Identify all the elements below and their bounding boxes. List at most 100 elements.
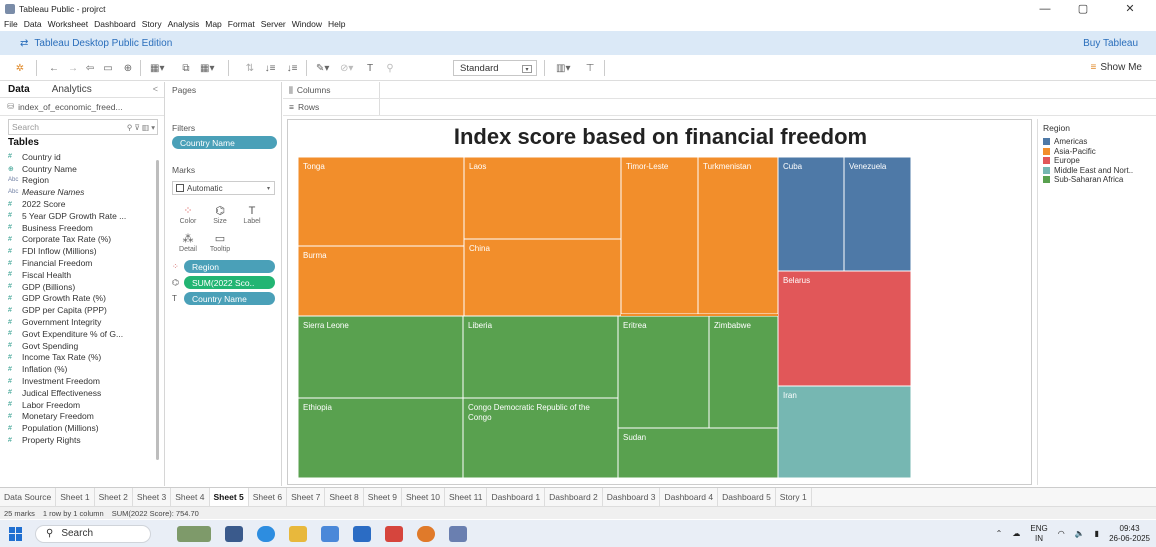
sheet-tab[interactable]: Sheet 8 — [325, 488, 364, 506]
taskbar-search[interactable]: ⚲ Search — [35, 524, 151, 543]
treemap-tile[interactable] — [617, 315, 710, 429]
sheet-tab[interactable]: Data Source — [0, 488, 57, 506]
file-explorer-icon[interactable] — [289, 525, 307, 542]
sheet-tab[interactable]: Sheet 1 — [56, 488, 95, 506]
menu-format[interactable]: Format — [228, 19, 255, 29]
tooltip-card[interactable]: ▭ Tooltip — [204, 229, 236, 257]
field-item[interactable]: # Corporate Tax Rate (%) — [0, 234, 164, 246]
sheet-tab[interactable]: Dashboard 5 — [718, 488, 776, 506]
field-item[interactable]: # FDI Inflow (Millions) — [0, 245, 164, 257]
legend-item[interactable]: Sub-Saharan Africa — [1043, 175, 1156, 185]
presentation-icon[interactable]: ⊤ — [584, 61, 596, 75]
sort-descending-icon[interactable]: ↓≡ — [286, 61, 298, 75]
field-item[interactable]: # Monetary Freedom — [0, 411, 164, 423]
language-indicator[interactable]: ENG IN — [1030, 524, 1047, 544]
show-me-button[interactable]: ≡ Show Me — [1090, 62, 1142, 73]
treemap-tile[interactable] — [843, 156, 912, 272]
marks-pill-country-name[interactable]: Country Name — [184, 292, 275, 305]
field-item[interactable]: # Govt Spending — [0, 340, 164, 352]
filter-pill-country-name[interactable]: Country Name — [172, 136, 277, 149]
sheet-tab[interactable]: Dashboard 1 — [487, 488, 546, 506]
treemap-tile[interactable] — [777, 270, 912, 387]
field-item[interactable]: # Business Freedom — [0, 222, 164, 234]
sheet-tab[interactable]: Sheet 2 — [95, 488, 133, 506]
field-item[interactable]: #2022 Score — [0, 198, 164, 210]
treemap-tile[interactable] — [697, 156, 779, 315]
back-icon[interactable]: ← — [48, 61, 60, 75]
treemap-tile[interactable] — [620, 156, 699, 315]
field-item[interactable]: # Inflation (%) — [0, 363, 164, 375]
field-item[interactable]: # Fiscal Health — [0, 269, 164, 281]
detail-card[interactable]: ⁂ Detail — [172, 229, 204, 257]
landscape-widget-icon[interactable] — [177, 525, 211, 542]
legend-item[interactable]: Europe — [1043, 156, 1156, 166]
sort-ascending-icon[interactable]: ↓≡ — [264, 61, 276, 75]
new-worksheet-icon[interactable]: ▦▾ — [150, 61, 164, 75]
field-item[interactable]: # Property Rights — [0, 434, 164, 446]
field-item[interactable]: Abc Region — [0, 175, 164, 187]
treemap-chart[interactable]: Tonga Laos Timor-Leste Turkmenistan Burma Chi… — [288, 120, 1033, 486]
save-icon[interactable]: ▭ — [102, 61, 114, 75]
search-field[interactable]: Search ⚲ ⊽ ▥ ▾ — [8, 119, 158, 135]
field-list-scrollbar[interactable] — [156, 160, 159, 460]
edge-browser-icon[interactable] — [257, 525, 275, 542]
marks-pill-region[interactable]: Region — [184, 260, 275, 273]
fit-select[interactable]: Standard ▾ — [453, 60, 537, 76]
field-item[interactable]: # GDP Growth Rate (%) — [0, 293, 164, 305]
treemap-tile[interactable] — [777, 156, 845, 272]
menu-help[interactable]: Help — [328, 19, 345, 29]
sheet-tab[interactable]: Sheet 4 — [171, 488, 210, 506]
marks-pill-sum-score[interactable]: SUM(2022 Sco.. — [184, 276, 275, 289]
task-view-icon[interactable] — [225, 525, 243, 542]
size-card[interactable]: ⌬ Size — [204, 201, 236, 229]
tableau-taskbar-icon[interactable] — [449, 525, 467, 542]
field-item[interactable]: # GDP (Billions) — [0, 281, 164, 293]
sheet-tab[interactable]: Dashboard 4 — [660, 488, 719, 506]
tab-analytics[interactable]: Analytics — [52, 84, 92, 95]
menu-dashboard[interactable]: Dashboard — [94, 19, 136, 29]
show-cards-icon[interactable]: ▥▾ — [556, 61, 570, 75]
sheet-tab[interactable]: Dashboard 3 — [603, 488, 661, 506]
mark-type-select[interactable]: Automatic ▾ — [172, 181, 275, 195]
wifi-icon[interactable]: ◠ — [1058, 529, 1065, 538]
new-datasource-icon[interactable]: ⊕ — [122, 61, 134, 75]
menu-analysis[interactable]: Analysis — [168, 19, 200, 29]
treemap-tile[interactable] — [777, 385, 912, 479]
search-filter-icons[interactable]: ⚲ ⊽ ▥ ▾ — [127, 123, 155, 132]
duplicate-sheet-icon[interactable]: ⧉ — [180, 61, 192, 75]
windows-start-icon[interactable] — [9, 526, 23, 541]
swap-icon[interactable]: ⇅ — [244, 61, 256, 75]
menu-file[interactable]: File — [4, 19, 18, 29]
sheet-tab[interactable]: Story 1 — [776, 488, 812, 506]
sheet-tab[interactable]: Sheet 10 — [402, 488, 446, 506]
pin-icon[interactable]: ⚲ — [384, 61, 396, 75]
app-icon-1[interactable] — [321, 525, 339, 542]
legend-item[interactable]: Americas — [1043, 137, 1156, 147]
menu-server[interactable]: Server — [261, 19, 286, 29]
show-labels-icon[interactable]: T — [364, 61, 376, 75]
menu-map[interactable]: Map — [205, 19, 222, 29]
forward-icon[interactable]: → — [67, 61, 79, 75]
field-item[interactable]: # Labor Freedom — [0, 399, 164, 411]
close-button[interactable]: ✕ — [1112, 0, 1148, 17]
menu-window[interactable]: Window — [292, 19, 322, 29]
battery-icon[interactable]: ▮ — [1095, 529, 1099, 538]
wps-office-icon[interactable] — [385, 525, 403, 542]
field-item[interactable]: # Judical Effectiveness — [0, 387, 164, 399]
field-item[interactable]: #5 Year GDP Growth Rate ... — [0, 210, 164, 222]
viz-canvas[interactable]: Index score based on financial freedom T… — [287, 119, 1032, 485]
color-card[interactable]: ⁘ Color — [172, 201, 204, 229]
treemap-tile[interactable] — [463, 156, 622, 240]
sheet-tab[interactable]: Sheet 9 — [364, 488, 402, 506]
sheet-tab[interactable]: Sheet 6 — [249, 488, 288, 506]
columns-shelf[interactable]: ⫼ Columns — [283, 82, 1156, 99]
chrome-icon[interactable] — [417, 525, 435, 542]
sheet-tab[interactable]: Dashboard 2 — [545, 488, 603, 506]
undo-icon[interactable]: ⇦ — [84, 61, 96, 75]
buy-tableau-link[interactable]: Buy Tableau — [1083, 38, 1138, 49]
tab-data[interactable]: Data — [8, 84, 30, 95]
legend-item[interactable]: Middle East and Nort.. — [1043, 166, 1156, 176]
highlight-icon[interactable]: ✎▾ — [316, 61, 329, 75]
cloud-icon[interactable]: ☁ — [1012, 529, 1020, 538]
label-card[interactable]: T Label — [236, 201, 268, 229]
